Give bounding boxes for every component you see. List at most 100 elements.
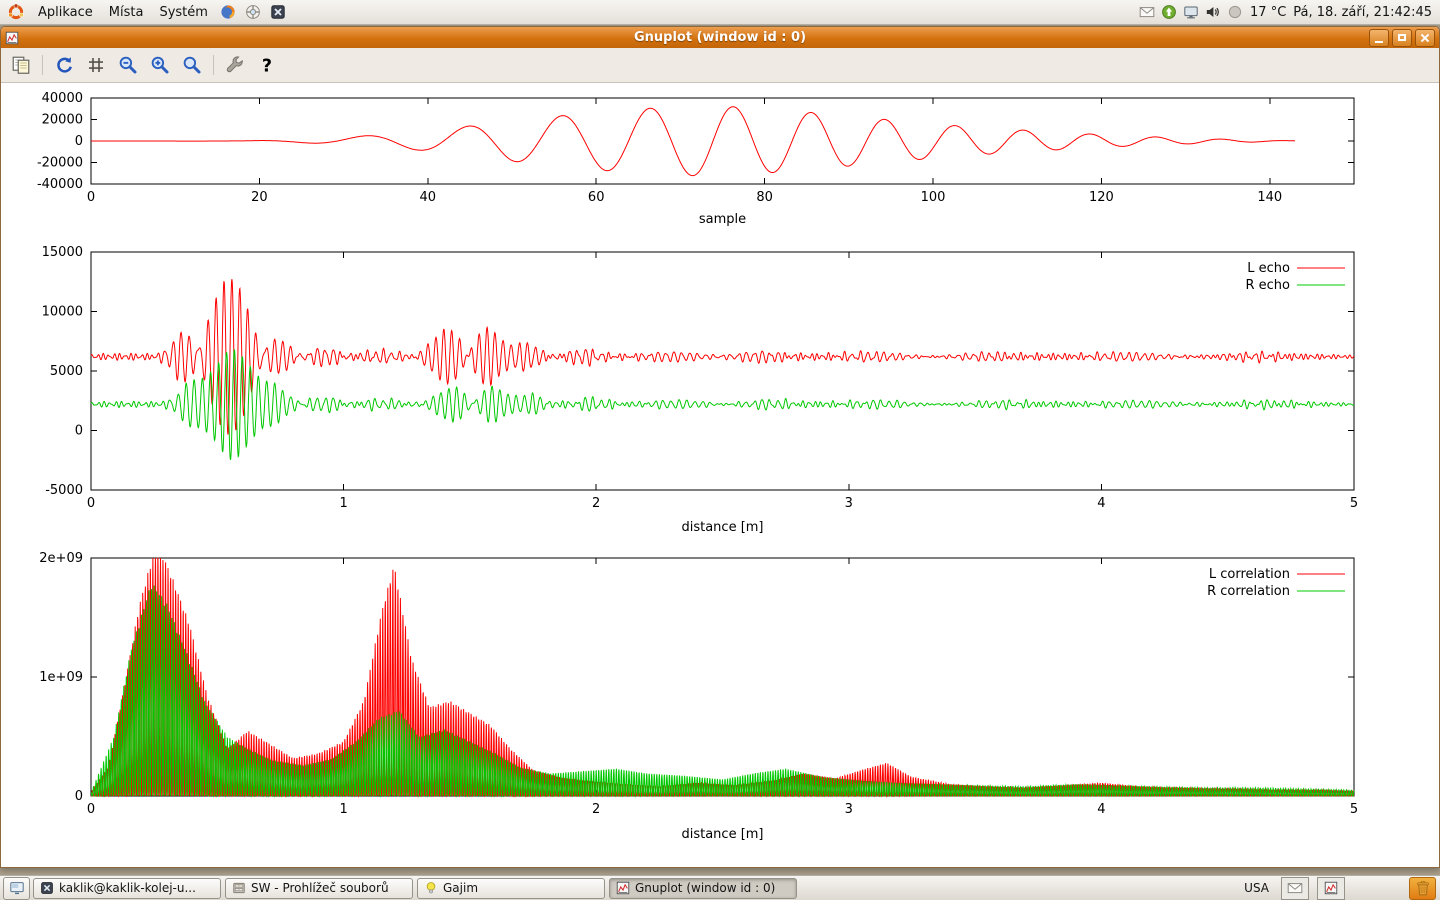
svg-text:?: ? [262, 56, 272, 75]
show-desktop-button[interactable] [3, 877, 30, 900]
display-icon[interactable] [1183, 4, 1199, 20]
x-tick-label: 2 [592, 496, 600, 511]
mail-icon[interactable] [1139, 4, 1155, 20]
legend-label: R echo [1245, 278, 1290, 293]
ubuntu-logo-icon[interactable] [2, 0, 30, 24]
toolbar-separator [42, 55, 43, 75]
taskbar-button-label: Gnuplot (window id : 0) [635, 881, 775, 895]
keyboard-layout-indicator[interactable]: USA [1240, 879, 1273, 897]
zoom-previous-icon[interactable] [114, 51, 142, 79]
gnuplot-window: Gnuplot (window id : 0) ? 02040608010012… [0, 26, 1440, 868]
update-icon[interactable] [1161, 4, 1177, 20]
x-tick-label: 5 [1350, 496, 1358, 511]
y-tick-label: 40000 [42, 91, 83, 106]
taskbar-button-label: Gajim [443, 881, 478, 895]
taskbar-button-4[interactable]: Gnuplot (window id : 0) [609, 878, 797, 899]
x-tick-label: 0 [87, 190, 95, 205]
x-tick-label: 4 [1097, 802, 1105, 817]
file-manager-icon [232, 881, 246, 895]
x-tick-label: 40 [420, 190, 437, 205]
y-tick-label: 1e+09 [39, 670, 83, 685]
tray-mail-icon[interactable] [1281, 877, 1309, 900]
x-tick-label: 1 [339, 496, 347, 511]
grid-icon[interactable] [82, 51, 110, 79]
chart-3: 01234501e+092e+09distance [m]L correlati… [39, 551, 1358, 842]
y-tick-label: -40000 [37, 177, 83, 192]
minimize-icon [1375, 41, 1383, 43]
config-icon[interactable] [221, 51, 249, 79]
x-tick-label: 5 [1350, 802, 1358, 817]
x-axis-label: distance [m] [681, 827, 763, 842]
taskbar-button-label: SW - Prohlížeč souborů [251, 881, 389, 895]
autoscale-icon[interactable] [178, 51, 206, 79]
volume-icon[interactable] [1205, 4, 1221, 20]
y-tick-label: 0 [75, 789, 83, 804]
plots-svg: 020406080100120140-40000-200000200004000… [1, 83, 1439, 867]
tray-gnuplot-icon[interactable] [1317, 877, 1345, 900]
taskbar-button-2[interactable]: SW - Prohlížeč souborů [225, 878, 413, 899]
x-tick-label: 140 [1257, 190, 1282, 205]
y-tick-label: 2e+09 [39, 551, 83, 566]
x-tick-label: 100 [921, 190, 946, 205]
terminal-launcher-icon[interactable] [266, 0, 291, 24]
panel-menu-area: AplikaceMístaSystém [2, 0, 291, 24]
help-icon[interactable]: ? [253, 51, 281, 79]
taskbar-right-area: USA [1240, 877, 1437, 900]
legend-label: L echo [1247, 261, 1290, 276]
y-tick-label: 10000 [42, 305, 83, 320]
panel-status-area: 17 °C Pá, 18. září, 21:42:45 [1139, 4, 1438, 20]
x-tick-label: 0 [87, 802, 95, 817]
trash-applet-icon[interactable] [1409, 877, 1436, 900]
x-tick-label: 120 [1089, 190, 1114, 205]
menu-mista[interactable]: Místa [101, 1, 152, 24]
plot-border [91, 558, 1354, 796]
series-r-correlation [91, 586, 1354, 796]
window-list: kaklik@kaklik-kolej-u... SW - Prohlížeč s… [33, 878, 1237, 899]
desktop: AplikaceMístaSystém 17 °C Pá, 18. září, … [0, 0, 1440, 900]
x-tick-label: 1 [339, 802, 347, 817]
taskbar-button-label: kaklik@kaklik-kolej-u... [59, 881, 196, 895]
replot-icon[interactable] [50, 51, 78, 79]
maximize-button[interactable] [1392, 29, 1412, 47]
y-tick-label: 20000 [42, 113, 83, 128]
terminal-launcher-icon [40, 881, 54, 895]
window-titlebar[interactable]: Gnuplot (window id : 0) [1, 27, 1439, 48]
chart-1: 020406080100120140-40000-200000200004000… [37, 91, 1354, 227]
menu-aplikace[interactable]: Aplikace [30, 1, 101, 24]
y-tick-label: -20000 [37, 156, 83, 171]
y-tick-label: 0 [75, 134, 83, 149]
series-l-correlation [91, 558, 1354, 796]
window-title: Gnuplot (window id : 0) [1, 30, 1439, 45]
window-icon [5, 31, 19, 45]
menu-system[interactable]: Systém [151, 1, 215, 24]
clock[interactable]: Pá, 18. září, 21:42:45 [1293, 5, 1432, 20]
minimize-button[interactable] [1369, 29, 1389, 47]
firefox-icon[interactable] [216, 0, 241, 24]
x-tick-label: 2 [592, 802, 600, 817]
gnuplot-toolbar: ? [1, 48, 1439, 83]
taskbar: kaklik@kaklik-kolej-u... SW - Prohlížeč s… [0, 875, 1440, 900]
taskbar-button-3[interactable]: Gajim [417, 878, 605, 899]
close-icon [1420, 33, 1430, 43]
x-tick-label: 0 [87, 496, 95, 511]
x-tick-label: 80 [756, 190, 773, 205]
x-axis-label: sample [699, 212, 746, 227]
x-tick-label: 4 [1097, 496, 1105, 511]
close-button[interactable] [1415, 29, 1435, 47]
gajim-icon [424, 881, 438, 895]
zoom-next-icon[interactable] [146, 51, 174, 79]
toolbar-separator [213, 55, 214, 75]
weather-icon[interactable] [1227, 4, 1243, 20]
x-tick-label: 60 [588, 190, 605, 205]
panel-tray-icons [1139, 4, 1243, 20]
x-tick-label: 3 [845, 496, 853, 511]
taskbar-button-1[interactable]: kaklik@kaklik-kolej-u... [33, 878, 221, 899]
copy-icon[interactable] [7, 51, 35, 79]
y-tick-label: 0 [75, 424, 83, 439]
weather-temperature[interactable]: 17 °C [1250, 5, 1286, 20]
series-r-echo [91, 350, 1354, 460]
plot-border [91, 252, 1354, 490]
plot-canvas[interactable]: 020406080100120140-40000-200000200004000… [1, 83, 1439, 867]
help-launcher-icon[interactable] [241, 0, 266, 24]
gnome-panel: AplikaceMístaSystém 17 °C Pá, 18. září, … [0, 0, 1440, 25]
